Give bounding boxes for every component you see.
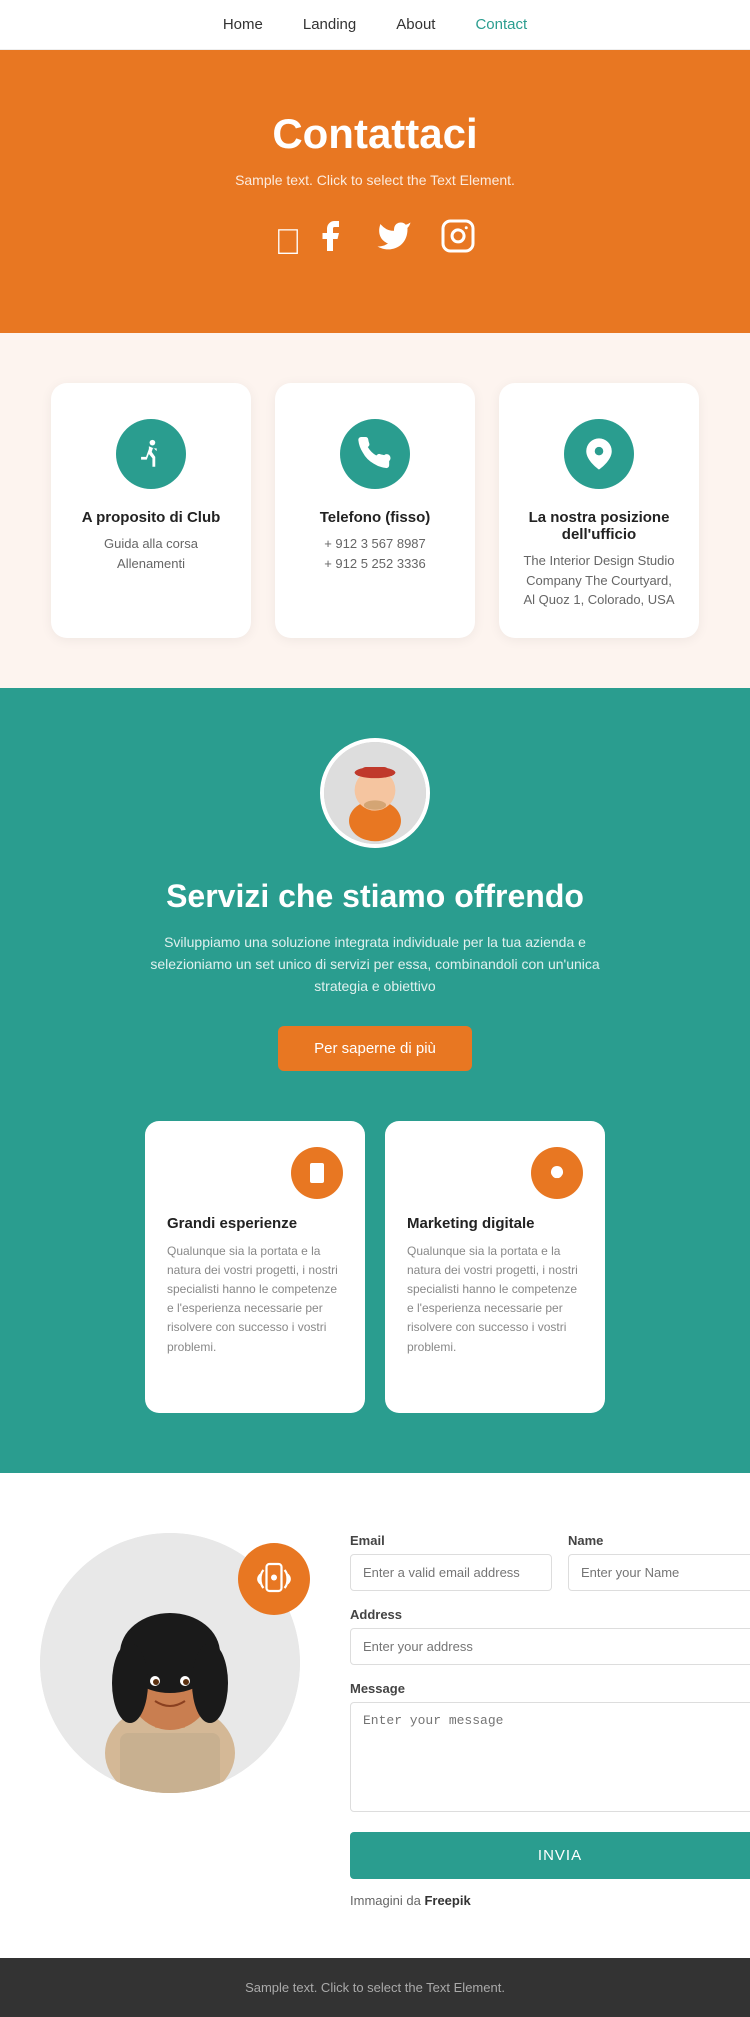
freepik-link[interactable]: Freepik	[424, 1893, 470, 1908]
service1-title: Grandi esperienze	[167, 1215, 343, 1232]
email-label: Email	[350, 1533, 552, 1548]
service-card-marketing: Marketing digitale Qualunque sia la port…	[385, 1121, 605, 1413]
card-location-title: La nostra posizione dell'ufficio	[519, 509, 679, 543]
message-input[interactable]	[350, 1702, 750, 1812]
card-club-title: A proposito di Club	[71, 509, 231, 526]
learn-more-button[interactable]: Per saperne di più	[278, 1026, 472, 1071]
mobile-icon	[291, 1147, 343, 1199]
name-label: Name	[568, 1533, 750, 1548]
service2-title: Marketing digitale	[407, 1215, 583, 1232]
footer-text: Sample text. Click to select the Text El…	[22, 1980, 728, 1995]
twitter-icon[interactable]	[376, 218, 412, 263]
person-avatar	[320, 738, 430, 848]
instagram-icon[interactable]	[440, 218, 476, 263]
card-club-line2: Allenamenti	[71, 554, 231, 574]
card-location-address: The Interior Design Studio Company The C…	[519, 551, 679, 610]
message-label: Message	[350, 1681, 750, 1696]
info-cards-section: A proposito di Club Guida alla corsa All…	[0, 333, 750, 688]
email-input[interactable]	[350, 1554, 552, 1591]
service2-desc: Qualunque sia la portata e la natura dei…	[407, 1242, 583, 1357]
lightbulb-icon	[531, 1147, 583, 1199]
nav-about[interactable]: About	[396, 16, 435, 33]
form-group-address: Address	[350, 1607, 750, 1665]
card-location: La nostra posizione dell'ufficio The Int…	[499, 383, 699, 638]
contact-right: Email Name Address Message INVIA Immagin…	[350, 1533, 750, 1908]
footer: Sample text. Click to select the Text El…	[0, 1958, 750, 2017]
teal-description: Sviluppiamo una soluzione integrata indi…	[125, 931, 625, 998]
hero-subtitle: Sample text. Click to select the Text El…	[40, 172, 710, 188]
card-phone-title: Telefono (fisso)	[295, 509, 455, 526]
card-club-line1: Guida alla corsa	[71, 534, 231, 554]
service1-desc: Qualunque sia la portata e la natura dei…	[167, 1242, 343, 1357]
teal-heading: Servizi che stiamo offrendo	[60, 878, 690, 915]
nav-contact[interactable]: Contact	[475, 16, 527, 33]
social-icons: 	[40, 218, 710, 263]
service-cards: Grandi esperienze Qualunque sia la porta…	[60, 1121, 690, 1413]
phone-icon	[340, 419, 410, 489]
contact-section: Email Name Address Message INVIA Immagin…	[0, 1473, 750, 1958]
location-icon	[564, 419, 634, 489]
nav-home[interactable]: Home	[223, 16, 263, 33]
phone-badge-icon	[238, 1543, 310, 1615]
main-nav: Home Landing About Contact	[0, 0, 750, 50]
card-phone: Telefono (fisso) + 912 3 567 8987 + 912 …	[275, 383, 475, 638]
hero-title: Contattaci	[40, 110, 710, 158]
card-phone-num1: + 912 3 567 8987	[295, 534, 455, 554]
name-input[interactable]	[568, 1554, 750, 1591]
address-label: Address	[350, 1607, 750, 1622]
submit-button[interactable]: INVIA	[350, 1832, 750, 1879]
form-row-email-name: Email Name	[350, 1533, 750, 1591]
service-card-experiences: Grandi esperienze Qualunque sia la porta…	[145, 1121, 365, 1413]
attribution-text: Immagini da Freepik	[350, 1893, 750, 1908]
facebook-icon[interactable]: 	[274, 218, 347, 263]
run-icon	[116, 419, 186, 489]
form-group-email: Email	[350, 1533, 552, 1591]
hero-section: Contattaci Sample text. Click to select …	[0, 50, 750, 333]
address-input[interactable]	[350, 1628, 750, 1665]
nav-landing[interactable]: Landing	[303, 16, 356, 33]
card-phone-num2: + 912 5 252 3336	[295, 554, 455, 574]
contact-left	[40, 1533, 320, 1793]
form-group-name: Name	[568, 1533, 750, 1591]
teal-section: Servizi che stiamo offrendo Sviluppiamo …	[0, 688, 750, 1473]
form-group-message: Message	[350, 1681, 750, 1812]
card-club: A proposito di Club Guida alla corsa All…	[51, 383, 251, 638]
